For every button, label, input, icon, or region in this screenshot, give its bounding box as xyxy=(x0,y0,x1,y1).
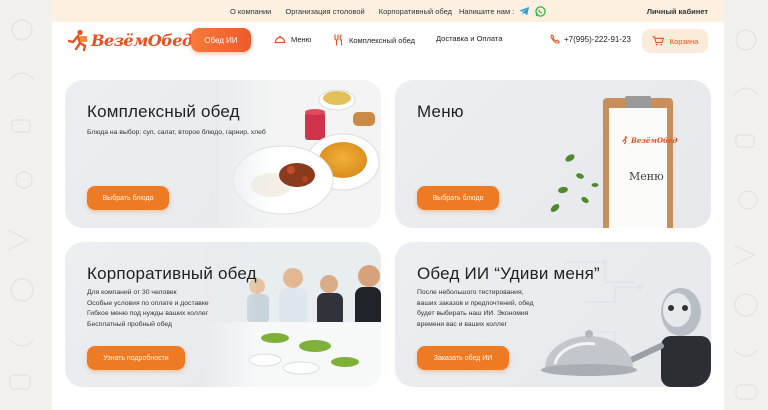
ai-line-1: После небольшого тестирования, xyxy=(417,289,524,296)
cart-label: Корзина xyxy=(669,36,699,46)
nav-complex-label: Комплексный обед xyxy=(349,35,415,45)
menu-title: Меню xyxy=(417,102,464,121)
nav-delivery-label: Доставка и Оплата xyxy=(436,34,503,43)
complex-lunch-title: Комплексный обед xyxy=(87,102,240,121)
ai-line-4: времени вас и ваших коллег xyxy=(417,320,508,328)
courier-icon xyxy=(68,29,87,51)
ai-lunch-title: Обед ИИ “Удиви меня” xyxy=(417,264,600,283)
ai-lunch-description: После небольшого тестирования, ваших зак… xyxy=(417,288,534,330)
top-link-canteen[interactable]: Организация столовой xyxy=(285,7,364,16)
corporate-lunch-title: Корпоративный обед xyxy=(87,264,257,283)
cloche-icon xyxy=(274,35,286,44)
whatsapp-icon[interactable] xyxy=(535,5,547,17)
nav-menu[interactable]: Меню xyxy=(274,34,311,44)
ai-lunch-button[interactable]: Обед ИИ xyxy=(191,28,251,52)
nav-delivery[interactable]: Доставка и Оплата xyxy=(436,34,502,43)
write-us-label: Напишите нам : xyxy=(459,6,515,16)
personal-cabinet-link[interactable]: Личный кабинет xyxy=(647,7,708,16)
page-container: О компании Организация столовой Корпорат… xyxy=(52,0,724,410)
top-link-about[interactable]: О компании xyxy=(230,7,271,16)
cart-button[interactable]: Корзина xyxy=(642,29,708,53)
ai-line-2: ваших заказов и предпочтений, обед xyxy=(417,299,534,307)
corporate-line-3: Гибкое меню под нужды ваших коллег xyxy=(87,310,209,317)
telegram-icon[interactable] xyxy=(519,6,530,16)
nav-menu-label: Меню xyxy=(291,34,312,44)
logo[interactable]: ВезёмОбед xyxy=(68,29,193,51)
top-links: О компании Организация столовой Корпорат… xyxy=(230,7,452,16)
corporate-line-4: Бесплатный пробный обед xyxy=(87,320,173,328)
complex-lunch-description: Блюда на выбор: суп, салат, второе блюдо… xyxy=(87,129,266,136)
phone-icon xyxy=(550,34,560,44)
corporate-lunch-description: Для компаний от 30 человек Особые услови… xyxy=(87,288,209,330)
header: ВезёмОбед Обед ИИ Меню Комплексный обед … xyxy=(52,22,724,62)
board-logo: ВезёмОбед xyxy=(621,136,677,145)
phone-number: +7(995)-222-91-23 xyxy=(564,34,631,44)
board-menu-text: Меню xyxy=(629,170,664,183)
card-ai-lunch[interactable]: Обед ИИ “Удиви меня” После небольшого те… xyxy=(395,242,711,387)
top-link-corporate[interactable]: Корпоративный обед xyxy=(379,7,452,16)
phone[interactable]: +7(995)-222-91-23 xyxy=(550,34,631,44)
ai-line-3: будет выбирать наш ИИ. Экономия xyxy=(417,310,529,317)
fork-knife-icon xyxy=(334,34,343,46)
nav-complex-lunch[interactable]: Комплексный обед xyxy=(333,34,415,46)
complex-lunch-choose-button[interactable]: Выбрать блюдо xyxy=(87,186,169,210)
complex-lunch-food-image xyxy=(215,80,381,228)
corporate-line-1: Для компаний от 30 человек xyxy=(87,289,177,296)
cart-icon xyxy=(652,36,664,46)
card-corporate-lunch[interactable]: Корпоративный обед Для компаний от 30 че… xyxy=(65,242,381,387)
write-us: Напишите нам : xyxy=(459,5,547,17)
card-complex-lunch[interactable]: Комплексный обед Блюда на выбор: суп, са… xyxy=(65,80,381,228)
top-bar: О компании Организация столовой Корпорат… xyxy=(52,0,724,22)
board-logo-text: ВезёмОбед xyxy=(631,136,678,145)
menu-choose-button[interactable]: Выбрать блюдо xyxy=(417,186,499,210)
menu-clipboard-image xyxy=(550,96,673,228)
corporate-line-2: Особые условия по оплате и доставке xyxy=(87,299,209,307)
card-menu[interactable]: ВезёмОбед Меню Меню Выбрать блюдо xyxy=(395,80,711,228)
board-courier-icon xyxy=(622,136,627,145)
logo-text: ВезёмОбед xyxy=(91,30,193,50)
ai-order-button[interactable]: Заказать обед ИИ xyxy=(417,346,509,370)
corporate-details-button[interactable]: Узнать подробности xyxy=(87,346,185,370)
